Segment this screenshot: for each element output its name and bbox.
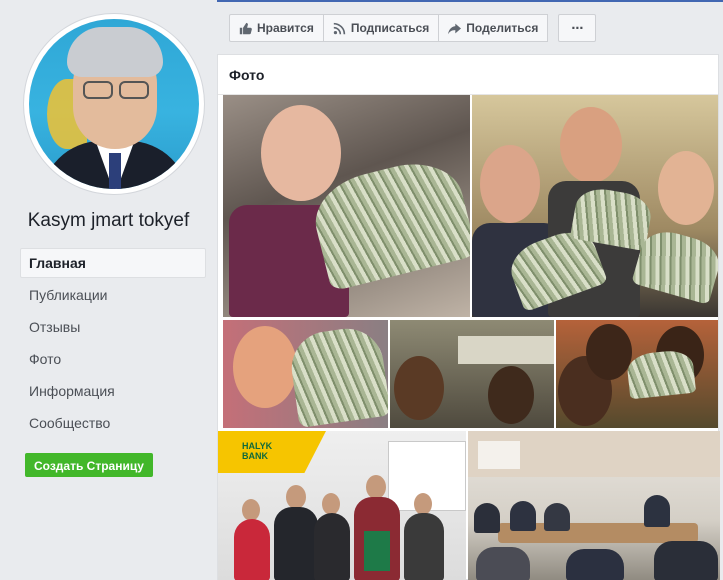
nav-item-about[interactable]: Информация [20, 376, 206, 406]
portrait-tie [109, 153, 121, 189]
share-button[interactable]: Поделиться [438, 14, 549, 42]
share-arrow-icon [448, 22, 462, 35]
photo-money-fan [625, 348, 697, 400]
photo-person-body [644, 495, 670, 527]
photo-person-body [654, 541, 718, 580]
photos-section-title[interactable]: Фото [218, 55, 718, 95]
thumbs-up-icon [239, 22, 252, 35]
photo-tile-6[interactable]: HALYK BANK [218, 431, 466, 580]
nav-item-home[interactable]: Главная [20, 248, 206, 278]
photo-person [366, 475, 386, 499]
photo-person-body [404, 513, 444, 580]
photo-tile-7[interactable] [468, 431, 720, 580]
nav-item-posts[interactable]: Публикации [20, 280, 206, 310]
halyk-bank-logo: HALYK BANK [242, 441, 272, 461]
photo-person-body [314, 513, 350, 580]
portrait-hair [67, 27, 163, 77]
photo-person-body [544, 503, 570, 531]
photo-person [394, 356, 444, 420]
photo-tile-4[interactable] [390, 320, 554, 428]
portrait-glasses-right [119, 81, 149, 99]
photo-person-body [474, 503, 500, 533]
photo-tile-3[interactable] [223, 320, 388, 428]
photos-section: Фото HALYK BANK [217, 54, 720, 580]
photo-person [233, 326, 297, 408]
nav-item-community[interactable]: Сообщество [20, 408, 206, 438]
photo-person-body [234, 519, 270, 580]
photo-person [261, 105, 341, 201]
halyk-bank-logo-line-2: BANK [242, 451, 268, 461]
photo-person [560, 107, 622, 183]
photo-person [242, 499, 260, 521]
follow-button[interactable]: Подписаться [322, 14, 440, 42]
photo-person-body [476, 547, 530, 580]
photo-person-body [510, 501, 536, 531]
profile-picture-frame[interactable] [24, 14, 204, 194]
photo-tile-1[interactable] [223, 95, 470, 317]
photo-person [480, 145, 540, 223]
photo-certificate [364, 531, 390, 571]
left-column: Kasym jmart tokyef Главная Публикации От… [0, 0, 217, 580]
like-button-label: Нравится [257, 21, 314, 35]
nav-item-photos[interactable]: Фото [20, 344, 206, 374]
page-actions-bar: Нравится Подписаться Поделиться ⋯ [229, 14, 597, 42]
photo-person [414, 493, 432, 515]
portrait-glasses-left [83, 81, 113, 99]
photo-window [478, 441, 520, 469]
halyk-bank-logo-line-1: HALYK [242, 441, 273, 451]
photo-person [658, 151, 714, 225]
photo-person [322, 493, 340, 515]
page-title[interactable]: Kasym jmart tokyef [0, 210, 217, 232]
photo-tile-5[interactable] [556, 320, 718, 428]
photo-tile-2[interactable] [472, 95, 718, 317]
share-button-label: Поделиться [466, 21, 539, 35]
photo-money-fan [287, 324, 388, 428]
follow-button-label: Подписаться [350, 21, 430, 35]
page-nav: Главная Публикации Отзывы Фото Информаци… [20, 248, 206, 440]
photo-person [286, 485, 306, 509]
photo-sign [458, 336, 554, 364]
rss-icon [333, 22, 346, 35]
photo-person [488, 366, 534, 424]
photo-person-body [274, 507, 318, 580]
create-page-button[interactable]: Создать Страницу [25, 453, 153, 477]
profile-picture[interactable] [29, 19, 199, 189]
photo-person [586, 324, 632, 380]
nav-item-reviews[interactable]: Отзывы [20, 312, 206, 342]
like-button[interactable]: Нравится [229, 14, 324, 42]
more-options-button[interactable]: ⋯ [558, 14, 597, 42]
photo-person-body [566, 549, 624, 580]
more-dots-icon: ⋯ [571, 21, 584, 35]
